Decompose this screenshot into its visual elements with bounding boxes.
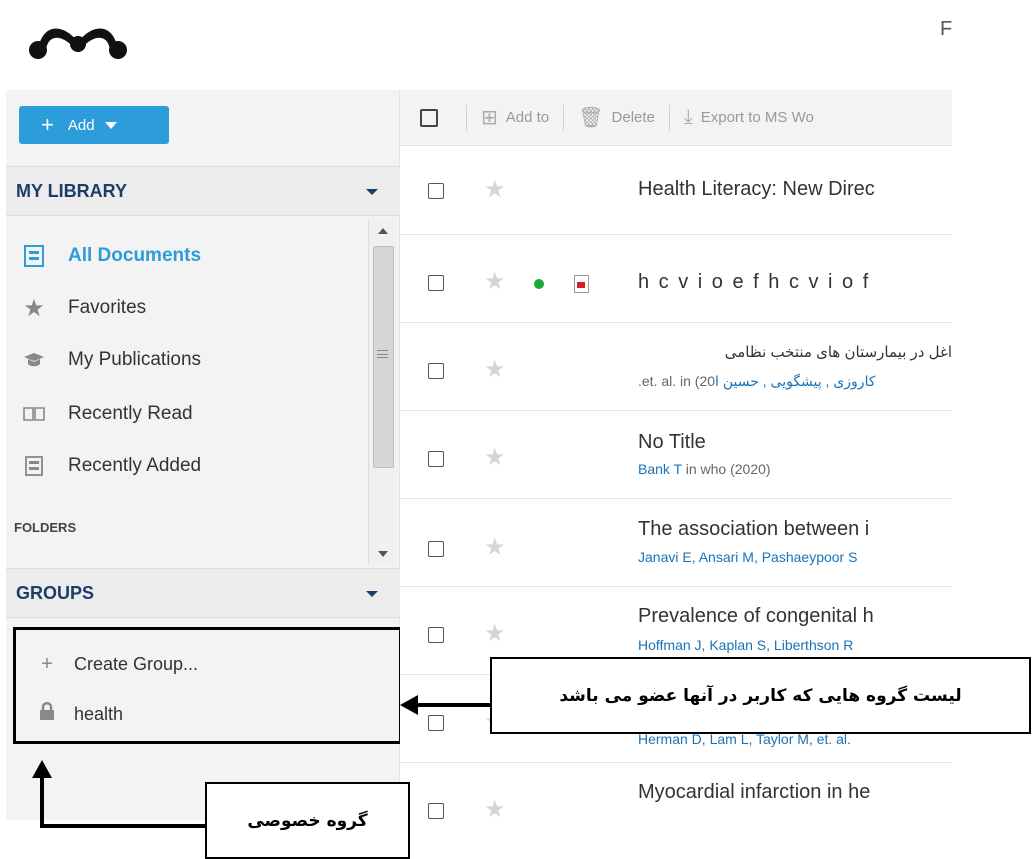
document-title: The association between i	[638, 518, 870, 540]
book-icon	[20, 400, 48, 428]
grip-icon	[377, 350, 388, 358]
toolbar-divider	[563, 104, 565, 131]
callout-line	[40, 778, 44, 828]
delete-button[interactable]: Delete	[612, 109, 655, 126]
groups-list-callout: لیست گروه هایی که کاربر در آنها عضو می ب…	[490, 657, 1031, 734]
add-to-icon: ⊞	[481, 107, 498, 129]
star-icon[interactable]: ★	[484, 355, 506, 384]
caret-down-icon	[104, 121, 117, 129]
document-row[interactable]: ★ Myocardial infarction in he	[400, 763, 952, 830]
star-icon[interactable]: ★	[484, 443, 506, 472]
sidebar-item-label: Recently Added	[68, 455, 202, 476]
callout-line	[415, 703, 491, 707]
top-right-char: F	[940, 18, 953, 40]
add-button-label: Add	[67, 116, 95, 134]
add-button[interactable]: + Add	[19, 106, 169, 144]
document-icon	[20, 452, 48, 480]
document-authors: Bank T in who (2020)	[638, 461, 771, 477]
my-library-header[interactable]: MY LIBRARY	[6, 166, 400, 216]
sidebar-item-my-publications[interactable]: My Publications	[20, 340, 201, 380]
star-icon[interactable]: ★	[484, 267, 506, 296]
scroll-down-icon[interactable]	[378, 551, 388, 557]
select-all-checkbox[interactable]	[420, 108, 438, 127]
star-icon[interactable]: ★	[484, 795, 506, 824]
document-authors: Hoffman J, Kaplan S, Liberthson R	[638, 637, 854, 653]
row-checkbox[interactable]	[428, 363, 444, 379]
graduation-cap-icon	[20, 346, 48, 374]
document-authors: .et. al. in (20کاروزی , پیشگویی , حسین ا	[638, 373, 876, 389]
star-icon[interactable]: ★	[484, 533, 506, 562]
row-checkbox[interactable]	[428, 627, 444, 643]
scroll-up-icon[interactable]	[378, 228, 388, 234]
unread-dot-icon	[534, 279, 544, 289]
trash-icon: 🗑	[578, 107, 604, 129]
row-checkbox[interactable]	[428, 275, 444, 291]
star-icon[interactable]: ★	[484, 619, 506, 648]
row-checkbox[interactable]	[428, 183, 444, 199]
toolbar: ⊞ Add to 🗑 Delete ⤓ Export to MS Wo	[400, 90, 952, 146]
sidebar-item-all-documents[interactable]: All Documents	[20, 236, 201, 276]
folders-label: FOLDERS	[14, 520, 77, 535]
sidebar-item-label: Recently Read	[68, 403, 193, 424]
sidebar-item-recently-added[interactable]: Recently Added	[20, 446, 201, 486]
document-title: اغل در بیمارستان های منتخب نظامی	[724, 344, 952, 361]
document-row[interactable]: ★ The association between i Janavi E, An…	[400, 499, 952, 587]
sidebar-item-favorites[interactable]: ★ Favorites	[20, 288, 146, 328]
document-title: h c v i o e f h c v i o f	[638, 271, 871, 293]
document-icon	[20, 242, 48, 270]
export-button[interactable]: Export to MS Wo	[701, 109, 814, 126]
arrow-up-icon	[32, 760, 52, 778]
document-row[interactable]: ★ Health Literacy: New Direc	[400, 147, 952, 235]
document-row[interactable]: ★ h c v i o e f h c v i o f	[400, 235, 952, 323]
plus-icon: +	[41, 112, 54, 137]
groups-highlight-box	[13, 627, 402, 744]
library-list: All Documents ★ Favorites My Publication…	[6, 220, 366, 565]
sidebar-item-label: My Publications	[68, 349, 202, 370]
pdf-icon[interactable]	[574, 275, 589, 293]
star-icon[interactable]: ★	[484, 175, 506, 204]
groups-header[interactable]: GROUPS	[6, 568, 400, 618]
document-title: Health Literacy: New Direc	[638, 178, 875, 200]
document-row[interactable]: ★ اغل در بیمارستان های منتخب نظامی .et. …	[400, 323, 952, 411]
sidebar-item-recently-read[interactable]: Recently Read	[20, 394, 193, 434]
callout-line	[40, 824, 206, 828]
row-checkbox[interactable]	[428, 715, 444, 731]
document-title: Myocardial infarction in he	[638, 781, 871, 803]
sidebar-item-label: All Documents	[68, 245, 202, 266]
private-group-callout: گروه خصوصی	[205, 782, 410, 859]
add-to-button[interactable]: Add to	[506, 109, 549, 126]
document-title: No Title	[638, 431, 706, 453]
document-row[interactable]: ★ No Title Bank T in who (2020)	[400, 411, 952, 499]
star-icon: ★	[23, 294, 45, 322]
groups-label: GROUPS	[16, 582, 95, 603]
mendeley-logo-icon	[29, 28, 127, 59]
row-checkbox[interactable]	[428, 803, 444, 819]
arrow-left-icon	[400, 695, 418, 715]
my-library-label: MY LIBRARY	[16, 180, 128, 201]
row-checkbox[interactable]	[428, 541, 444, 557]
chevron-down-icon	[366, 189, 378, 195]
chevron-down-icon	[366, 591, 378, 597]
document-title: Prevalence of congenital h	[638, 605, 874, 627]
library-scrollbar[interactable]	[368, 220, 396, 565]
toolbar-divider	[466, 104, 467, 131]
row-checkbox[interactable]	[428, 451, 444, 467]
toolbar-divider	[668, 104, 670, 131]
document-authors: Janavi E, Ansari M, Pashaeypoor S	[638, 549, 858, 565]
sidebar-item-label: Favorites	[68, 297, 147, 318]
download-icon: ⤓	[683, 106, 693, 128]
